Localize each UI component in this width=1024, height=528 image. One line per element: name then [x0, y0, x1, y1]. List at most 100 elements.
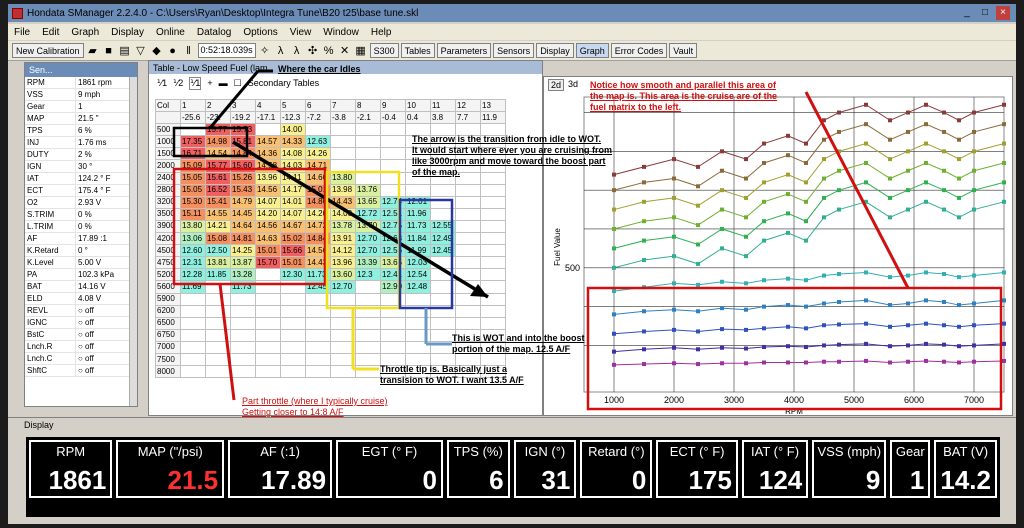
open-folder-icon[interactable]: ▰ [86, 44, 100, 58]
table-cell[interactable] [280, 328, 306, 342]
table-cell[interactable] [455, 195, 481, 209]
menu-datalog[interactable]: Datalog [197, 27, 231, 38]
table-cell[interactable] [255, 304, 281, 318]
table-cell[interactable] [355, 352, 381, 367]
table-cell[interactable] [255, 365, 281, 379]
table-cell[interactable]: 14.86 [305, 195, 331, 209]
maximize-button[interactable]: □ [978, 6, 992, 20]
table-cell[interactable] [305, 328, 331, 342]
table-cell[interactable]: 12.63 [305, 135, 331, 149]
table-cell[interactable]: 14.56 [255, 183, 281, 197]
table-cell[interactable]: 14.60 [305, 171, 331, 185]
table-cell[interactable]: 15.01 [255, 244, 281, 258]
menu-file[interactable]: File [14, 27, 30, 38]
table-cell[interactable]: 14.45 [230, 207, 256, 221]
chip-icon[interactable]: ▦ [354, 44, 368, 58]
table-cell[interactable]: 14.25 [230, 244, 256, 258]
menu-window[interactable]: Window [323, 27, 359, 38]
table-cell[interactable]: 15.26 [230, 171, 256, 185]
table-cell[interactable]: 12.90 [380, 280, 406, 294]
table-cell[interactable] [305, 123, 331, 137]
table-cell[interactable]: 14.43 [305, 256, 331, 270]
table-cell[interactable]: 14.58 [255, 159, 281, 173]
table-cell[interactable] [205, 304, 231, 318]
table-cell[interactable]: 13.98 [330, 183, 356, 197]
table-cell[interactable]: 13.70 [355, 219, 381, 234]
table-cell[interactable] [330, 304, 356, 318]
table-cell[interactable] [255, 268, 281, 282]
table-cell[interactable]: 12.72 [355, 207, 381, 221]
table-cell[interactable] [255, 352, 281, 367]
table-cell[interactable]: 14.26 [305, 147, 331, 161]
table-cell[interactable]: 14.56 [255, 219, 281, 234]
table-cell[interactable] [480, 316, 506, 330]
table-cell[interactable]: 15.41 [205, 195, 231, 209]
table-cell[interactable] [305, 365, 331, 379]
table-cell[interactable]: 11.96 [405, 207, 431, 221]
table-cell[interactable] [455, 316, 481, 330]
table-cell[interactable] [205, 316, 231, 330]
table-cell[interactable]: 12.48 [405, 280, 431, 294]
table-cell[interactable]: 15.70 [255, 256, 281, 270]
table-cell[interactable]: 13.60 [330, 268, 356, 282]
table-cell[interactable]: 11.73 [405, 219, 431, 234]
table-cell[interactable] [430, 268, 456, 282]
menu-graph[interactable]: Graph [71, 27, 99, 38]
table-cell[interactable] [480, 219, 506, 234]
table-cell[interactable] [455, 219, 481, 234]
table-cell[interactable]: 14.98 [205, 135, 231, 149]
table-cell[interactable] [180, 328, 206, 342]
table-cell[interactable] [480, 183, 506, 197]
table-cell[interactable] [355, 135, 381, 149]
table-cell[interactable] [205, 340, 231, 354]
table-cell[interactable]: 12.49 [430, 232, 456, 246]
table-cell[interactable] [355, 365, 381, 379]
table-cell[interactable]: 15.01 [305, 183, 331, 197]
table-cell[interactable]: 14.07 [280, 207, 306, 221]
table-cell[interactable] [180, 340, 206, 354]
table-cell[interactable] [430, 292, 456, 306]
table-cell[interactable] [455, 232, 481, 246]
table-cell[interactable]: 14.08 [280, 147, 306, 161]
table-cell[interactable] [280, 340, 306, 354]
table-cell[interactable]: 13.87 [230, 256, 256, 270]
table-cell[interactable]: 14.12 [330, 244, 356, 258]
table-cell[interactable] [480, 256, 506, 270]
table-cell[interactable] [405, 340, 431, 354]
table-cell[interactable]: 15.02 [280, 232, 306, 246]
table-cell[interactable] [355, 328, 381, 342]
secondary-tables-checkbox[interactable]: ☐ [234, 78, 242, 89]
table-cell[interactable]: 13.65 [380, 256, 406, 270]
toolbar-error-codes-button[interactable]: Error Codes [610, 43, 668, 58]
record-icon[interactable]: ● [166, 44, 180, 58]
paint-icon[interactable]: ▬ [219, 78, 228, 88]
table-cell[interactable]: 12.30 [280, 268, 306, 282]
table-cell[interactable] [480, 207, 506, 221]
table-cell[interactable]: 14.21 [205, 219, 231, 234]
toolbar-display-button[interactable]: Display [536, 43, 574, 58]
table-cell[interactable]: 13.80 [330, 171, 356, 185]
table-cell[interactable] [480, 195, 506, 209]
table-cell[interactable]: 15.43 [230, 183, 256, 197]
table-cell[interactable]: 15.09 [180, 159, 206, 173]
table-cell[interactable] [255, 292, 281, 306]
table-cell[interactable]: 13.96 [330, 256, 356, 270]
table-cell[interactable] [455, 183, 481, 197]
table-cell[interactable] [205, 292, 231, 306]
table-cell[interactable]: 13.96 [255, 171, 281, 185]
table-cell[interactable] [205, 365, 231, 379]
table-cell[interactable] [305, 340, 331, 354]
table-cell[interactable] [330, 159, 356, 173]
table-cell[interactable]: 13.76 [355, 183, 381, 197]
table-cell[interactable]: 16.52 [205, 183, 231, 197]
table-cell[interactable] [380, 135, 406, 149]
table-1-icon[interactable]: ⅟1 [157, 78, 167, 89]
table-cell[interactable] [430, 256, 456, 270]
table-cell[interactable] [180, 352, 206, 367]
table-cell[interactable]: 14.43 [330, 195, 356, 209]
table-cell[interactable]: 14.54 [205, 147, 231, 161]
percent-icon[interactable]: % [322, 44, 336, 58]
lambda-icon[interactable]: λ [274, 44, 288, 58]
table-cell[interactable]: 14.63 [255, 232, 281, 246]
upload-icon[interactable]: ▤ [118, 44, 132, 58]
